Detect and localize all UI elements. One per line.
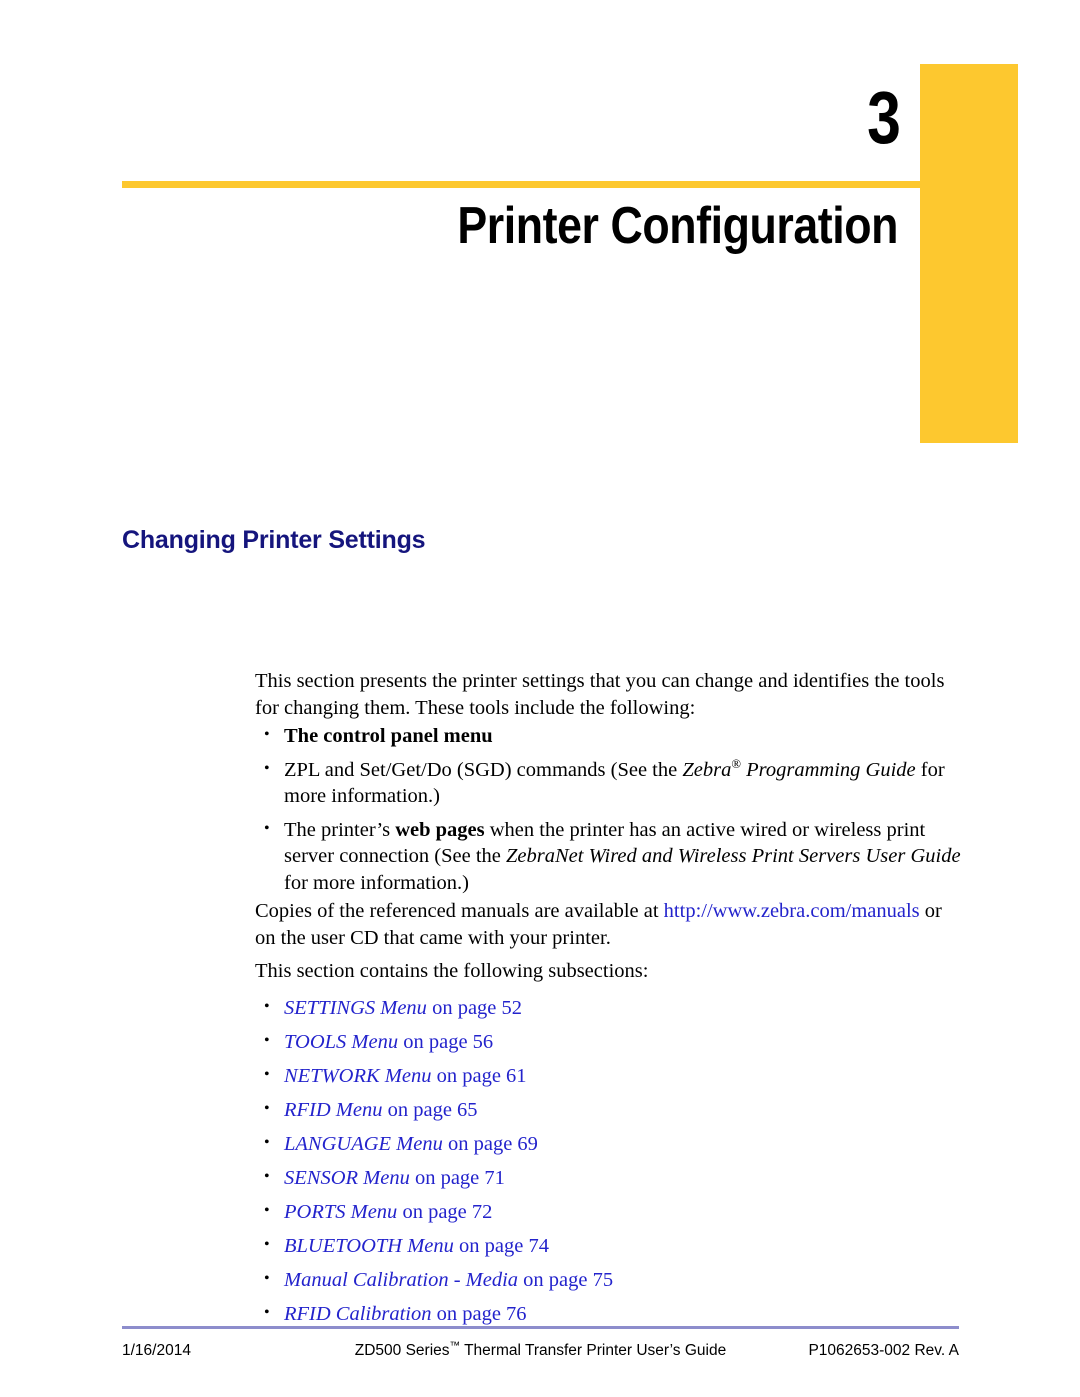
- subsections-list: SETTINGS Menu on page 52 TOOLS Menu on p…: [255, 994, 955, 1335]
- chapter-banner: 3 Printer Configuration: [0, 0, 1080, 470]
- page-content: Changing Printer Settings This section p…: [0, 470, 1080, 1326]
- xref-title: LANGUAGE Menu: [284, 1133, 443, 1155]
- webpages-text-post: for more information.): [284, 871, 470, 894]
- xref-tools-menu[interactable]: TOOLS Menu on page 56: [284, 1031, 493, 1053]
- xref-title: SENSOR Menu: [284, 1167, 410, 1189]
- web-pages-bold: web pages: [395, 818, 485, 841]
- tools-list-item-web-pages: The printer’s web pages when the printer…: [255, 816, 965, 897]
- xref-page: on page 65: [382, 1099, 478, 1121]
- copies-text-pre: Copies of the referenced manuals are ava…: [255, 900, 664, 922]
- list-item[interactable]: LANGUAGE Menu on page 69: [255, 1130, 955, 1158]
- copies-paragraph: Copies of the referenced manuals are ava…: [255, 898, 965, 951]
- footer-title-post: Thermal Transfer Printer User’s Guide: [460, 1342, 727, 1359]
- xref-ports-menu[interactable]: PORTS Menu on page 72: [284, 1201, 492, 1223]
- footer-document-number: P1062653-002 Rev. A: [808, 1342, 959, 1359]
- xref-page: on page 69: [442, 1133, 538, 1155]
- xref-title: BLUETOOTH Menu: [284, 1235, 454, 1257]
- xref-page: on page 71: [409, 1167, 505, 1189]
- subsections-intro-paragraph: This section contains the following subs…: [255, 960, 649, 982]
- page-footer: 1/16/2014 ZD500 Series™ Thermal Transfer…: [0, 1307, 1080, 1397]
- tools-list-item-zpl-sgd-commands: ZPL and Set/Get/Do (SGD) commands (See t…: [255, 756, 965, 810]
- intro-paragraph: This section presents the printer settin…: [255, 670, 945, 719]
- xref-page: on page 72: [397, 1201, 493, 1223]
- list-item[interactable]: BLUETOOTH Menu on page 74: [255, 1232, 955, 1260]
- xref-manual-calibration-media[interactable]: Manual Calibration - Media on page 75: [284, 1269, 613, 1291]
- webpages-text-pre: The printer’s: [284, 818, 396, 841]
- xref-title: PORTS Menu: [284, 1201, 398, 1223]
- list-item[interactable]: SENSOR Menu on page 71: [255, 1164, 955, 1192]
- xref-title: Manual Calibration - Media: [284, 1269, 519, 1291]
- zpl-text-pre: ZPL and Set/Get/Do (SGD) commands (See t…: [284, 758, 683, 781]
- chapter-rule-yellow: [122, 181, 920, 188]
- footer-title-pre: ZD500 Series: [354, 1342, 450, 1359]
- section-heading: Changing Printer Settings: [122, 526, 426, 554]
- zebra-guide-title: Zebra: [682, 758, 732, 781]
- xref-bluetooth-menu[interactable]: BLUETOOTH Menu on page 74: [284, 1235, 549, 1257]
- xref-title: SETTINGS Menu: [284, 997, 427, 1019]
- tools-list: The control panel menu ZPL and Set/Get/D…: [255, 722, 965, 903]
- xref-settings-menu[interactable]: SETTINGS Menu on page 52: [284, 997, 522, 1019]
- xref-rfid-menu[interactable]: RFID Menu on page 65: [284, 1099, 478, 1121]
- zebra-guide-title-cont: Programming Guide: [741, 758, 916, 781]
- zebranet-guide-title: ZebraNet Wired and Wireless Print Server…: [506, 845, 961, 867]
- registered-trademark-icon: ®: [731, 756, 741, 771]
- xref-page: on page 52: [426, 997, 523, 1019]
- chapter-title: Printer Configuration: [457, 197, 898, 255]
- xref-network-menu[interactable]: NETWORK Menu on page 61: [284, 1065, 527, 1087]
- xref-title: RFID Menu: [284, 1099, 383, 1121]
- xref-language-menu[interactable]: LANGUAGE Menu on page 69: [284, 1133, 538, 1155]
- xref-page: on page 56: [398, 1031, 494, 1053]
- xref-title: TOOLS Menu: [284, 1031, 399, 1053]
- xref-title: NETWORK Menu: [284, 1065, 432, 1087]
- xref-page: on page 74: [453, 1235, 549, 1257]
- footer-row: 1/16/2014 ZD500 Series™ Thermal Transfer…: [122, 1338, 959, 1364]
- xref-page: on page 61: [431, 1065, 527, 1087]
- xref-page: on page 75: [518, 1269, 614, 1291]
- trademark-icon: ™: [449, 1339, 461, 1352]
- list-item[interactable]: RFID Menu on page 65: [255, 1096, 955, 1124]
- list-item[interactable]: PORTS Menu on page 72: [255, 1198, 955, 1226]
- chapter-number: 3: [867, 76, 901, 159]
- tools-item-bold-label: The control panel menu: [284, 725, 493, 747]
- list-item[interactable]: Manual Calibration - Media on page 75: [255, 1266, 955, 1294]
- list-item[interactable]: SETTINGS Menu on page 52: [255, 994, 955, 1022]
- list-item[interactable]: TOOLS Menu on page 56: [255, 1028, 955, 1056]
- tools-list-item-control-panel-menu: The control panel menu: [255, 722, 965, 750]
- list-item[interactable]: NETWORK Menu on page 61: [255, 1062, 955, 1090]
- chapter-tab-yellow-block: [920, 64, 1018, 443]
- zebra-manuals-link[interactable]: http://www.zebra.com/manuals: [664, 900, 920, 922]
- xref-sensor-menu[interactable]: SENSOR Menu on page 71: [284, 1167, 505, 1189]
- footer-divider: [122, 1326, 959, 1329]
